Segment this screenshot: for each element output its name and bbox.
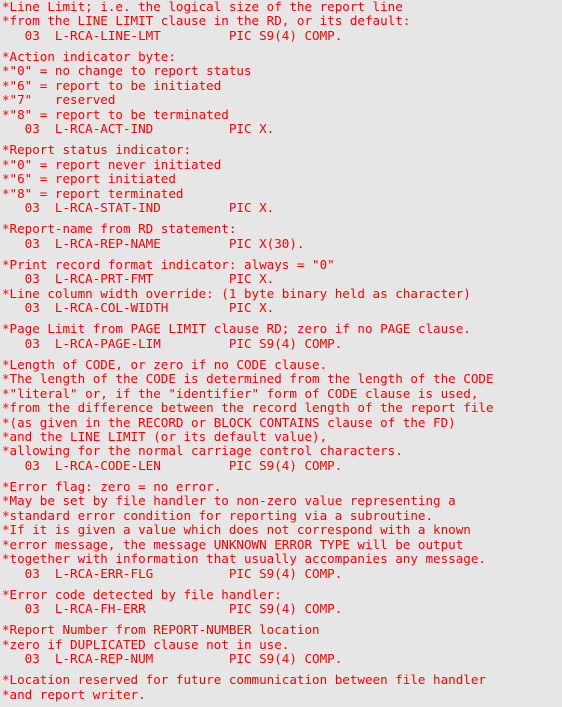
comment-line: *error message, the message UNKNOWN ERRO… [2,536,464,552]
file-handler-error-field-block: *Error code detected by file handler: 03… [2,586,562,617]
comment-line: *Report-name from RD statement: [2,221,237,237]
comment-line: *Error flag: zero = no error. [2,478,222,494]
field-declaration: 03 L-RCA-LINE-LMT PIC S9(4) COMP. [2,27,343,43]
field-declaration: 03 L-RCA-PRT-FMT PIC X. [2,271,275,287]
cobol-source-listing: *Line Limit; i.e. the logical size of th… [0,0,562,702]
print-format-field-block: *Print record format indicator: always =… [2,256,562,287]
comment-line: *The length of the CODE is determined fr… [2,371,494,387]
report-name-field-block: *Report-name from RD statement: 03 L-RCA… [2,221,562,251]
report-status-field-block: *Report status indicator: *"0" = report … [2,142,562,216]
comment-line: *allowing for the normal carriage contro… [2,443,403,459]
comment-line: *from the difference between the record … [2,400,494,416]
action-indicator-field-block: *Action indicator byte: *"0" = no change… [2,49,562,137]
page-limit-field-block: *Page Limit from PAGE LIMIT clause RD; z… [2,321,562,351]
reserved-location-comment-block: *Location reserved for future communicat… [2,672,562,702]
comment-line: *"8" = report to be terminated [2,106,229,122]
comment-line: *"6" = report initiated [2,171,176,187]
error-flag-field-block: *Error flag: zero = no error. *May be se… [2,478,562,581]
field-declaration: 03 L-RCA-STAT-IND PIC X. [2,200,275,216]
field-declaration: 03 L-RCA-ERR-FLG PIC S9(4) COMP. [2,565,343,581]
comment-line: *"literal" or, if the "identifier" form … [2,385,479,401]
field-declaration: 03 L-RCA-ACT-IND PIC X. [2,121,275,137]
field-declaration: 03 L-RCA-COL-WIDTH PIC X. [2,300,275,316]
comment-line: *Length of CODE, or zero if no CODE clau… [2,356,328,372]
field-declaration: 03 L-RCA-REP-NUM PIC S9(4) COMP. [2,651,343,667]
field-declaration: 03 L-RCA-CODE-LEN PIC S9(4) COMP. [2,457,343,473]
column-width-field-block: *Line column width override: (1 byte bin… [2,285,562,316]
comment-line: *Action indicator byte: [2,49,176,64]
comment-line: *(as given in the RECORD or BLOCK CONTAI… [2,414,456,430]
comment-line: *Report status indicator: [2,142,192,158]
comment-line: *and the LINE LIMIT (or its default valu… [2,428,328,444]
field-declaration: 03 L-RCA-PAGE-LIM PIC S9(4) COMP. [2,335,343,351]
comment-line: *"8" = report terminated [2,185,184,201]
comment-line: *Error code detected by file handler: [2,586,282,602]
comment-line: *Print record format indicator: always =… [2,256,335,272]
comment-line: *Report Number from REPORT-NUMBER locati… [2,622,320,638]
comment-line: *Line Limit; i.e. the logical size of th… [2,0,403,14]
comment-line: *"0" = no change to report status [2,63,252,79]
comment-line: *Page Limit from PAGE LIMIT clause RD; z… [2,321,471,337]
comment-line: *"0" = report never initiated [2,156,222,172]
comment-line: *May be set by file handler to non-zero … [2,493,456,509]
comment-line: *together with information that usually … [2,551,486,567]
comment-line: *Location reserved for future communicat… [2,672,486,688]
field-declaration: 03 L-RCA-FH-ERR PIC S9(4) COMP. [2,601,343,617]
comment-line: *standard error condition for reporting … [2,507,434,523]
comment-line: *from the LINE LIMIT clause in the RD, o… [2,13,411,29]
line-limit-field-block: *Line Limit; i.e. the logical size of th… [2,0,562,43]
comment-line: *"7" reserved [2,92,116,108]
comment-line: *"6" = report to be initiated [2,77,222,93]
comment-line: *Line column width override: (1 byte bin… [2,285,471,301]
field-declaration: 03 L-RCA-REP-NAME PIC X(30). [2,235,305,251]
comment-line: *If it is given a value which does not c… [2,522,471,538]
comment-line: *zero if DUPLICATED clause not in use. [2,636,290,652]
code-length-field-block: *Length of CODE, or zero if no CODE clau… [2,356,562,474]
comment-line: *and report writer. [2,686,146,702]
report-number-field-block: *Report Number from REPORT-NUMBER locati… [2,622,562,667]
